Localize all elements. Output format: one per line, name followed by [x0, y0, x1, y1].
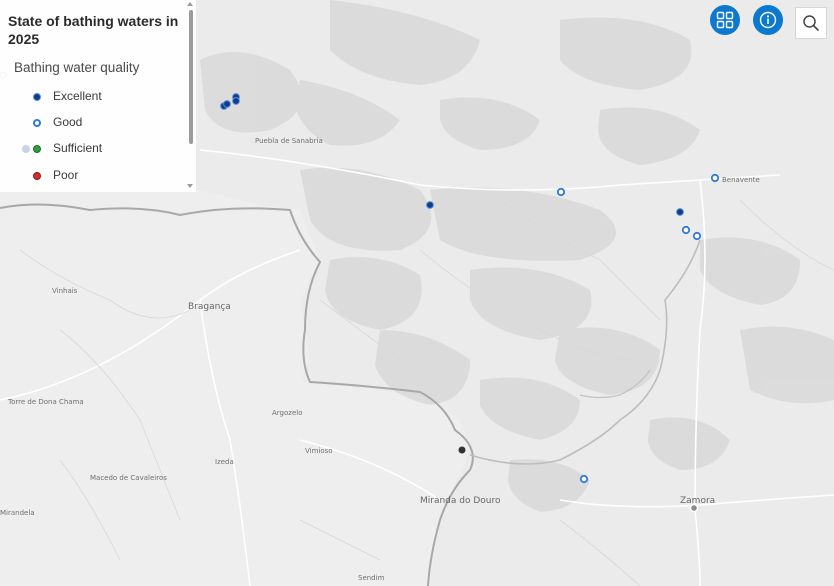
search-button[interactable] — [795, 7, 827, 39]
place-label: Macedo de Cavaleiros — [90, 474, 167, 482]
place-label: Benavente — [722, 176, 760, 184]
legend-title: State of bathing waters in 2025 — [8, 13, 179, 47]
place-label: Sendim — [358, 574, 385, 582]
legend-subtitle: Bathing water quality — [14, 60, 140, 75]
legend-item-label: Poor — [53, 168, 79, 182]
bathing-site-excellent[interactable] — [223, 100, 231, 108]
bathing-site-good[interactable] — [556, 187, 566, 197]
grid-icon — [716, 11, 734, 29]
legend-item-poor: Poor — [0, 166, 180, 186]
zamora-city-marker — [689, 503, 699, 513]
info-button[interactable] — [753, 5, 783, 35]
faded-symbol — [22, 145, 30, 153]
legend-panel[interactable]: State of bathing waters in 2025 Bathing … — [0, 0, 196, 192]
place-label: Vinhais — [52, 287, 78, 295]
place-label: Zamora — [680, 496, 715, 506]
excellent-symbol — [33, 93, 41, 101]
place-label: Puebla de Sanabria — [255, 137, 323, 145]
place-label: Miranda do Douro — [420, 496, 501, 506]
place-label: Mirandela — [0, 509, 35, 517]
sufficient-symbol — [33, 145, 41, 153]
bathing-site-good[interactable] — [681, 225, 691, 235]
bathing-site-excellent[interactable] — [676, 208, 684, 216]
search-icon — [803, 15, 819, 31]
place-label: Argozelo — [272, 409, 302, 417]
info-icon — [759, 11, 777, 29]
place-label: Bragança — [188, 302, 231, 312]
basemap-gallery-button[interactable] — [710, 5, 740, 35]
legend-item-sufficient: Sufficient — [0, 139, 180, 159]
city-marker — [458, 446, 466, 454]
bathing-site-good[interactable] — [692, 231, 702, 241]
legend-item-label: Good — [53, 115, 83, 129]
scroll-up-arrow[interactable] — [187, 2, 193, 6]
bathing-site-excellent[interactable] — [426, 201, 434, 209]
legend-scrollbar[interactable] — [189, 10, 193, 144]
legend-item-label: Sufficient — [53, 141, 103, 155]
place-label: Izeda — [215, 458, 234, 466]
bathing-site-good[interactable] — [710, 173, 720, 183]
place-label: Vimioso — [305, 447, 333, 455]
bathing-site-excellent[interactable] — [232, 97, 240, 105]
poor-symbol — [33, 172, 41, 180]
good-symbol — [33, 119, 41, 127]
bathing-site-good[interactable] — [579, 474, 589, 484]
legend-item-label: Excellent — [53, 89, 102, 103]
legend-item-excellent: Excellent — [0, 87, 180, 107]
legend-item-good: Good — [0, 113, 180, 133]
place-label: Torre de Dona Chama — [7, 398, 84, 406]
scroll-down-arrow[interactable] — [187, 184, 193, 188]
